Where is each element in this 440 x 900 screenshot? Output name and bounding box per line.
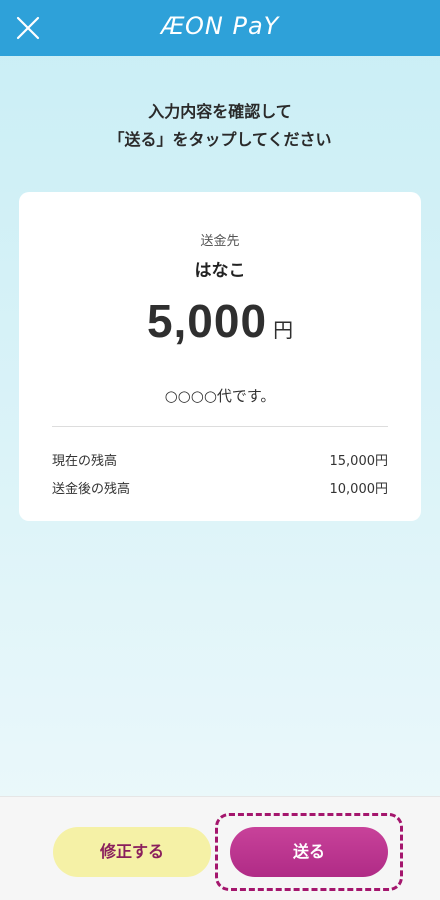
instruction-line-1: 入力内容を確認して [148, 102, 292, 121]
after-balance-label: 送金後の残高 [52, 482, 131, 497]
send-button-highlight [215, 813, 403, 891]
amount-unit: 円 [273, 318, 294, 342]
recipient-name: はなこ [194, 261, 246, 281]
transfer-summary-card: 送金先 はなこ 5,000 円 ○○○○代です。 現在の残高 15,000円 送金… [19, 192, 421, 521]
current-balance-row: 現在の残高 15,000円 [52, 450, 388, 470]
after-balance-value: 10,000円 [329, 482, 389, 497]
current-balance-label: 現在の残高 [52, 454, 118, 469]
divider [52, 426, 388, 427]
amount-value: 5,000 [146, 295, 268, 347]
recipient-label: 送金先 [200, 234, 240, 249]
edit-button[interactable]: 修正する [53, 827, 211, 877]
instruction-text: 入力内容を確認して 「送る」をタップしてください [0, 98, 440, 154]
aeon-pay-logo: ÆON PaY [160, 12, 280, 40]
after-balance-row: 送金後の残高 10,000円 [52, 478, 388, 498]
instruction-line-2: 「送る」をタップしてください [108, 130, 332, 149]
app-header: ÆON PaY [0, 0, 440, 56]
current-balance-value: 15,000円 [329, 454, 389, 469]
amount-row: 5,000 円 [19, 294, 421, 348]
transfer-message: ○○○○代です。 [164, 387, 276, 405]
